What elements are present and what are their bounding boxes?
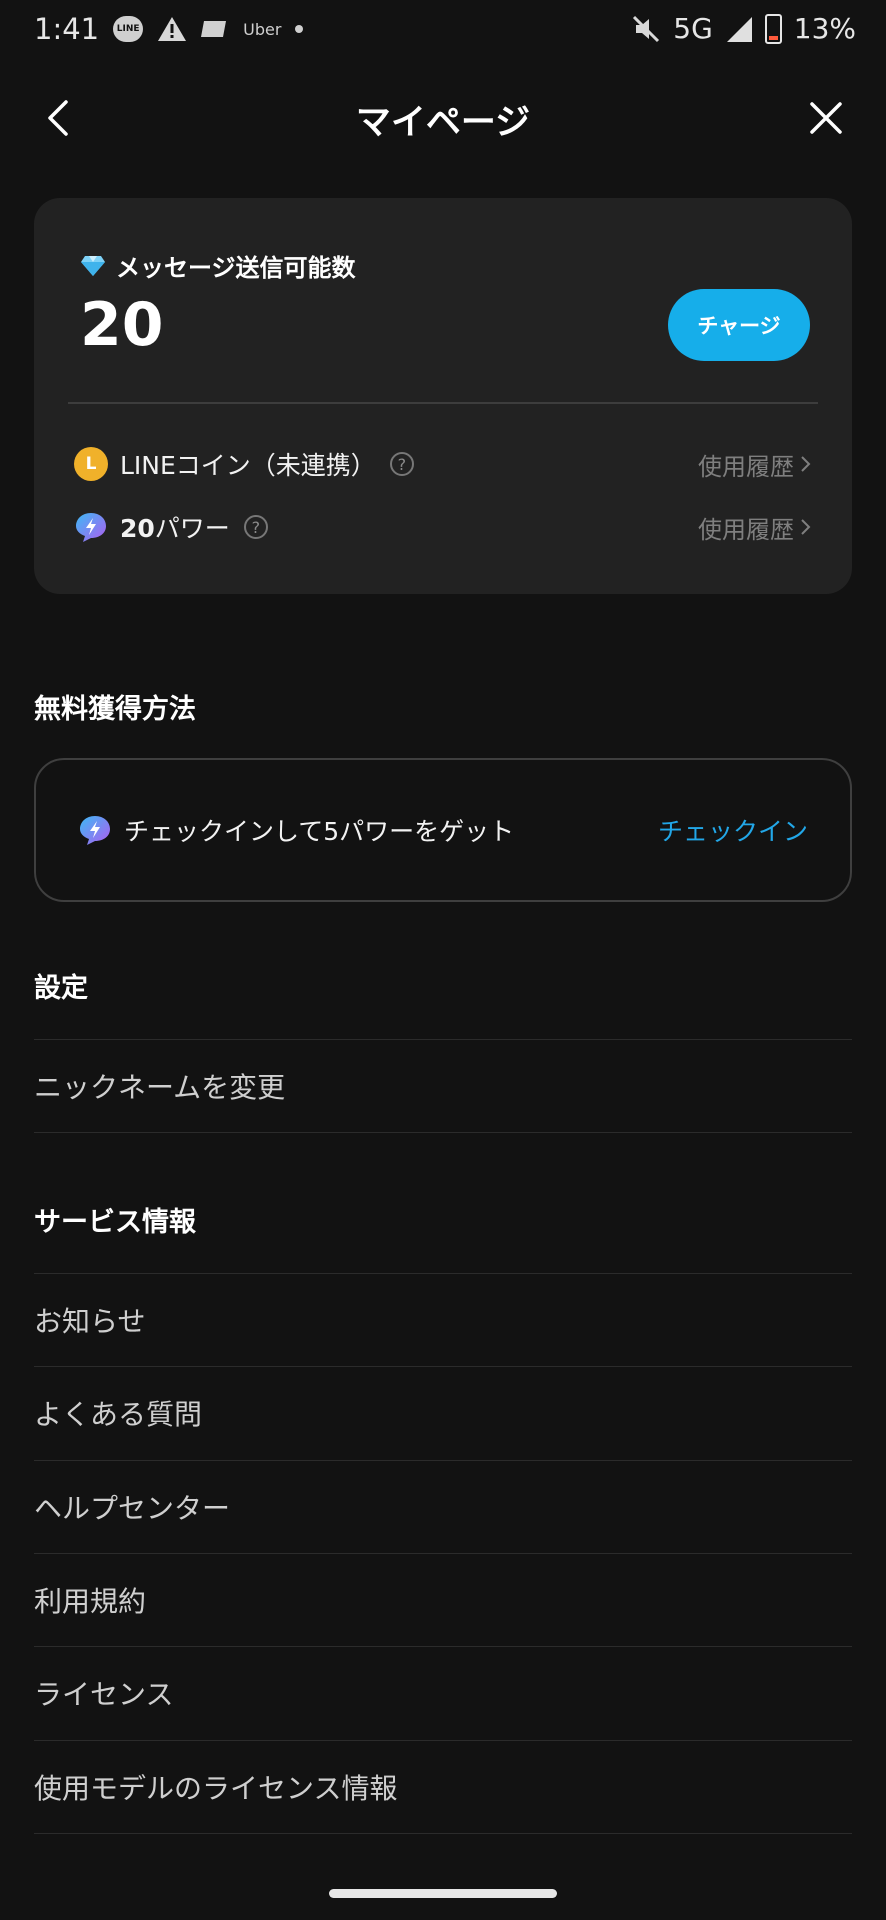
coin-help-icon[interactable]: ? (389, 452, 414, 476)
list-item-model-license[interactable]: 使用モデルのライセンス情報 (34, 1740, 852, 1832)
charge-button[interactable]: チャージ (668, 289, 810, 361)
checkin-card: チェックインして5パワーをゲット チェックイン (34, 758, 852, 902)
list-item-faq[interactable]: よくある質問 (34, 1366, 852, 1458)
power-row: 20パワー ? 使用履歴 (74, 506, 812, 548)
page-header: マイページ (0, 78, 886, 158)
status-bar: 1:41 LINE Uber 5G 13% (0, 0, 886, 62)
service-section-title: サービス情報 (34, 1207, 196, 1238)
battery-icon (764, 13, 782, 44)
uber-notification-icon: Uber (243, 19, 282, 39)
message-count-value: 20 (80, 290, 164, 360)
power-history-link[interactable]: 使用履歴 (698, 510, 812, 545)
line-coin-label: LINEコイン（未連携） (120, 451, 376, 480)
free-section-title: 無料獲得方法 (34, 694, 196, 725)
power-bubble-icon (80, 816, 110, 845)
line-notification-icon: LINE (113, 16, 144, 42)
power-label: 20パワー (120, 514, 230, 543)
message-count-label: メッセージ送信可能数 (80, 248, 356, 283)
network-type: 5G (673, 12, 713, 45)
settings-section-title: 設定 (34, 973, 88, 1004)
signal-icon (726, 16, 752, 42)
battery-percent: 13% (793, 12, 856, 45)
home-indicator[interactable] (329, 1889, 557, 1898)
checkin-description: チェックインして5パワーをゲット (78, 812, 514, 848)
chevron-right-icon (801, 519, 811, 535)
diamond-icon (81, 255, 105, 276)
list-item-help-center[interactable]: ヘルプセンター (34, 1460, 852, 1552)
warning-icon (158, 17, 187, 41)
balance-card: メッセージ送信可能数 20 チャージ L LINEコイン（未連携） ? 使用履歴… (34, 198, 852, 594)
chevron-right-icon (801, 456, 811, 472)
coin-history-link[interactable]: 使用履歴 (698, 447, 812, 482)
power-help-icon[interactable]: ? (243, 515, 268, 539)
close-button[interactable] (804, 96, 848, 140)
list-item-license[interactable]: ライセンス (34, 1646, 852, 1738)
list-divider (34, 1132, 852, 1133)
list-item-notices[interactable]: お知らせ (34, 1273, 852, 1365)
line-coin-icon: L (74, 447, 108, 481)
list-item-terms[interactable]: 利用規約 (34, 1553, 852, 1645)
card-divider (68, 402, 818, 404)
mute-icon (633, 15, 660, 42)
list-divider (34, 1833, 852, 1834)
flag-icon (201, 21, 227, 37)
power-bubble-icon (76, 513, 106, 542)
more-notifications-dot (295, 25, 304, 33)
list-item-change-nickname[interactable]: ニックネームを変更 (34, 1039, 852, 1131)
checkin-button[interactable]: チェックイン (658, 812, 808, 848)
status-time: 1:41 (34, 12, 100, 46)
page-title: マイページ (355, 103, 531, 143)
line-coin-row: L LINEコイン（未連携） ? 使用履歴 (74, 443, 812, 485)
